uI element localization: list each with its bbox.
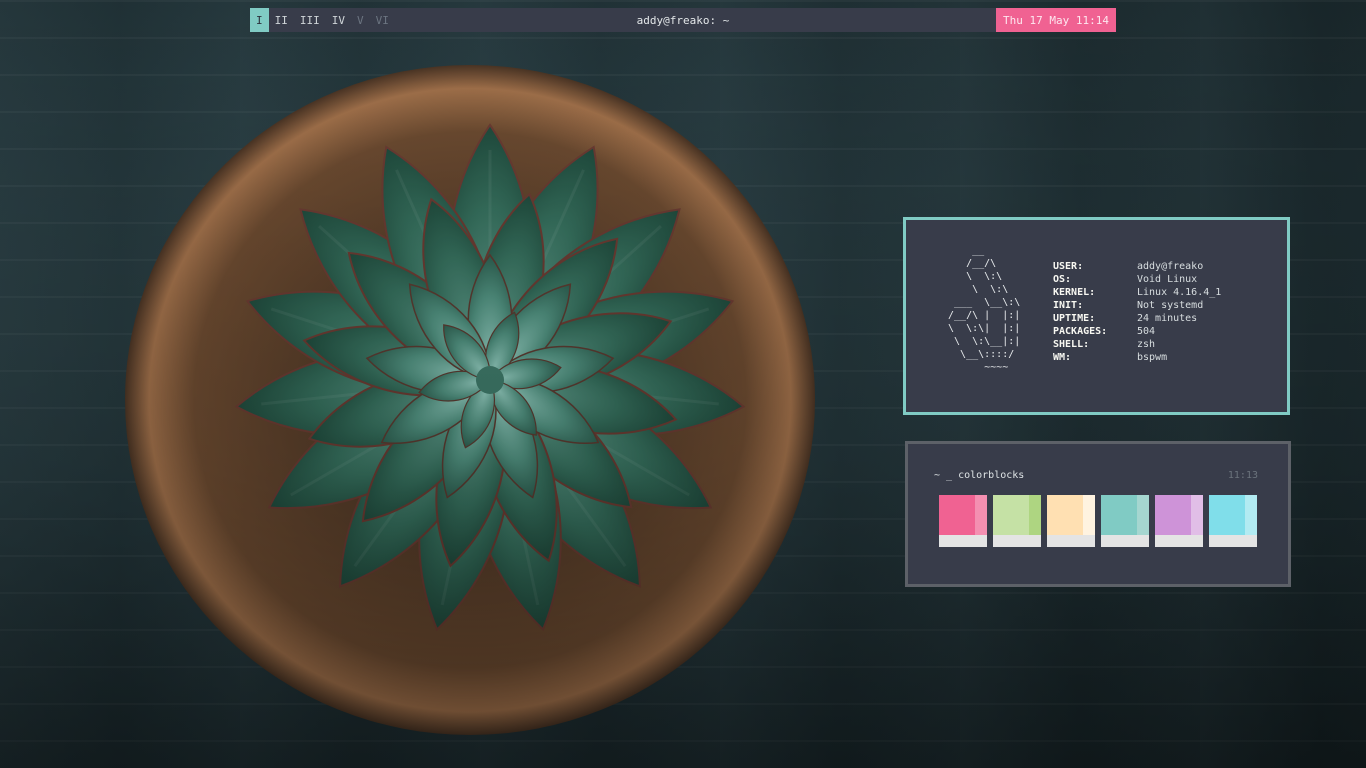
info-row: OS: Void Linux: [1053, 273, 1221, 286]
swatch-main: [1209, 495, 1245, 535]
color-swatch: [993, 495, 1041, 547]
clock[interactable]: Thu 17 May 11:14: [996, 8, 1116, 32]
workspace-5[interactable]: V: [351, 8, 370, 32]
color-swatch: [939, 495, 987, 547]
workspace-3[interactable]: III: [294, 8, 326, 32]
info-value: zsh: [1137, 339, 1156, 350]
info-row: KERNEL: Linux 4.16.4_1: [1053, 286, 1221, 299]
workspace-1[interactable]: I: [250, 8, 269, 32]
swatch-main: [1047, 495, 1083, 535]
color-swatch: [1209, 495, 1257, 547]
swatch-light: [1083, 495, 1095, 535]
swatch-light: [1137, 495, 1149, 535]
workspace-4[interactable]: IV: [326, 8, 351, 32]
swatch-light: [1245, 495, 1257, 535]
swatch-light: [1191, 495, 1203, 535]
info-row: WM: bspwm: [1053, 351, 1221, 364]
info-value: Linux 4.16.4_1: [1137, 287, 1222, 298]
swatch-base: [1047, 535, 1095, 547]
swatch-main: [993, 495, 1029, 535]
info-key: INIT:: [1053, 300, 1084, 311]
workspace-2[interactable]: II: [269, 8, 294, 32]
color-swatch: [1155, 495, 1203, 547]
info-value: 24 minutes: [1137, 313, 1198, 324]
info-row: SHELL: zsh: [1053, 338, 1221, 351]
color-swatches: [939, 495, 1257, 547]
info-value: Not systemd: [1137, 300, 1204, 311]
swatch-main: [939, 495, 975, 535]
info-key: KERNEL:: [1053, 287, 1096, 298]
top-bar: I II III IV V VI addy@freako: ~ Thu 17 May 11…: [250, 8, 1116, 32]
info-row: USER: addy@freako: [1053, 260, 1221, 273]
info-value: addy@freako: [1137, 261, 1204, 272]
void-ascii-logo: __ /__/\ \ \:\ \ \:\ ___ \__\:\ /__/\ | …: [948, 245, 1021, 373]
workspace-list: I II III IV V VI: [250, 8, 395, 32]
info-key: SHELL:: [1053, 339, 1090, 350]
info-value: bspwm: [1137, 352, 1168, 363]
swatch-main: [1155, 495, 1191, 535]
info-key: OS:: [1053, 274, 1072, 285]
swatch-base: [1209, 535, 1257, 547]
swatch-base: [1155, 535, 1203, 547]
info-row: UPTIME: 24 minutes: [1053, 312, 1221, 325]
info-value: Void Linux: [1137, 274, 1198, 285]
info-key: UPTIME:: [1053, 313, 1096, 324]
swatch-base: [993, 535, 1041, 547]
colorblocks-time: 11:13: [1227, 470, 1258, 481]
info-key: PACKAGES:: [1053, 326, 1108, 337]
info-row: INIT: Not systemd: [1053, 299, 1221, 312]
system-info-panel: __ /__/\ \ \:\ \ \:\ ___ \__\:\ /__/\ | …: [903, 217, 1290, 415]
swatch-base: [1101, 535, 1149, 547]
color-swatch: [1101, 495, 1149, 547]
swatch-base: [939, 535, 987, 547]
info-value: 504: [1137, 326, 1156, 337]
swatch-light: [975, 495, 987, 535]
colorblocks-title: ~ _ colorblocks: [934, 470, 1025, 481]
colorblocks-panel: ~ _ colorblocks 11:13: [905, 441, 1291, 587]
info-key: WM:: [1053, 352, 1072, 363]
workspace-6[interactable]: VI: [370, 8, 395, 32]
system-info-list: USER: addy@freako OS: Void Linux KERNEL: Linu…: [1053, 260, 1221, 364]
color-swatch: [1047, 495, 1095, 547]
swatch-light: [1029, 495, 1041, 535]
info-row: PACKAGES: 504: [1053, 325, 1221, 338]
info-key: USER:: [1053, 261, 1084, 272]
swatch-main: [1101, 495, 1137, 535]
